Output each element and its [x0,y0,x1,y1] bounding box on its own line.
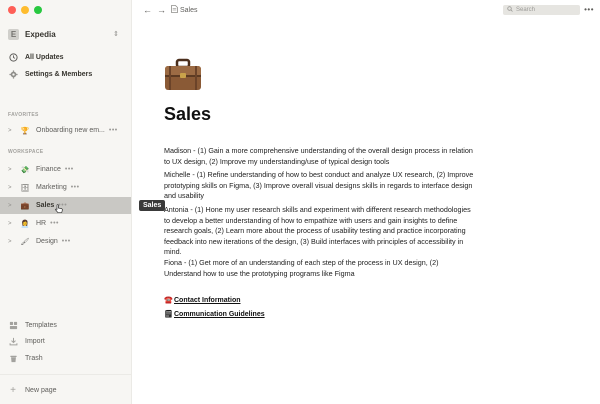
more-options-icon[interactable]: ••• [50,220,59,227]
link-label: Contact Information [174,296,241,304]
notepad-icon: 🗒 [164,311,173,318]
back-arrow-icon[interactable]: ← [143,5,152,15]
more-options-icon[interactable]: ••• [65,166,74,173]
paragraph-fiona[interactable]: Fiona - (1) Get more of an understanding… [164,258,474,279]
breadcrumb-label: Sales [180,6,198,14]
person-icon: 👩‍💼 [20,220,30,228]
chevron-up-down-icon: ⇕ [113,31,119,38]
forward-arrow-icon[interactable]: → [157,5,166,15]
sidebar-item-finance[interactable]: > 💸 Finance ••• [0,161,131,178]
workspace-section-label: WORKSPACE [8,149,44,155]
chevron-right-icon[interactable]: > [8,203,14,209]
sidebar-footer: + New page [0,374,131,404]
briefcase-icon: 💼 [20,202,30,210]
search-input[interactable]: Search [503,5,580,15]
page-icon [171,5,178,15]
new-page-button[interactable]: + New page [8,383,57,397]
sidebar-item-label: All Updates [25,53,64,61]
sidebar-item-label: HR [36,220,47,227]
sidebar-item-label: Trash [25,354,43,362]
gear-icon [8,69,18,79]
sidebar-item-label: Finance [36,166,61,173]
minimize-window-button[interactable] [21,6,29,14]
favorites-section-label: FAVORITES [8,112,39,118]
sidebar-item-all-updates[interactable]: All Updates [8,50,64,64]
chevron-right-icon[interactable]: > [8,185,14,191]
more-options-icon[interactable]: ••• [71,184,80,191]
sidebar-item-hr[interactable]: > 👩‍💼 HR ••• [0,215,131,232]
templates-icon [8,320,18,330]
new-page-label: New page [25,386,57,394]
paragraph-michelle[interactable]: Michelle - (1) Refine understanding of h… [164,170,474,202]
sidebar-item-label: Templates [25,321,57,329]
more-options-icon[interactable]: ••• [109,127,118,134]
telephone-icon: ☎️ [164,297,173,304]
paintbrush-icon: 🖌 [20,238,30,246]
favorite-item-onboarding[interactable]: > 🏆 Onboarding new em... ••• [0,122,131,139]
sidebar-item-label: Import [25,337,45,345]
sidebar-item-sales[interactable]: > 💼 Sales ••• [0,197,131,214]
trophy-icon: 🏆 [20,127,30,135]
sidebar-item-label: Settings & Members [25,70,93,78]
money-icon: 💸 [20,166,30,174]
link-communication-guidelines[interactable]: 🗒 Communication Guidelines [164,310,265,319]
chevron-right-icon[interactable]: > [8,167,14,173]
sidebar-item-label: Design [36,238,58,245]
sidebar-item-import[interactable]: Import [8,334,45,348]
workspace-avatar: E [8,28,19,40]
trash-icon [8,353,18,363]
workspace-name: Expedia [25,29,56,39]
chevron-right-icon[interactable]: > [8,221,14,227]
search-placeholder: Search [516,7,536,13]
sidebar-item-templates[interactable]: Templates [8,318,57,332]
sidebar-item-design[interactable]: > 🖌 Design ••• [0,233,131,250]
chevron-right-icon[interactable]: > [8,239,14,245]
sidebar-item-settings[interactable]: Settings & Members [8,67,92,81]
paragraph-madison[interactable]: Madison - (1) Gain a more comprehensive … [164,146,474,167]
briefcase-icon [165,58,201,90]
search-icon [507,6,513,14]
sidebar-item-label: Sales [36,202,55,209]
page-title: Sales [164,104,212,124]
close-window-button[interactable] [8,6,16,14]
paragraph-antonia[interactable]: Antonia - (1) Hone my user research skil… [164,205,474,258]
zoom-window-button[interactable] [34,6,42,14]
import-icon [8,336,18,346]
more-options-icon[interactable]: ••• [584,5,594,14]
more-options-icon[interactable]: ••• [62,238,71,245]
clock-icon [8,52,18,62]
window-controls [8,6,42,14]
plus-icon: + [10,384,16,396]
sidebar: E Expedia ⇕ All Updates Settings & Membe… [0,0,132,404]
link-label: Communication Guidelines [174,310,265,318]
breadcrumb[interactable]: Sales [171,5,198,15]
sidebar-item-marketing[interactable]: > 🗄 Marketing ••• [0,179,131,196]
link-contact-information[interactable]: ☎️ Contact Information [164,296,241,305]
sidebar-item-label: Onboarding new em... [36,127,105,134]
sidebar-item-label: Marketing [36,184,67,191]
workspace-switcher[interactable]: E Expedia ⇕ [8,27,119,41]
sidebar-item-trash[interactable]: Trash [8,351,43,365]
cabinet-icon: 🗄 [20,184,30,192]
sidebar-tooltip: Sales [139,200,166,211]
hand-cursor-icon [55,204,63,213]
chevron-right-icon[interactable]: > [8,128,14,134]
topbar: ← → Sales Search ••• [133,0,600,20]
